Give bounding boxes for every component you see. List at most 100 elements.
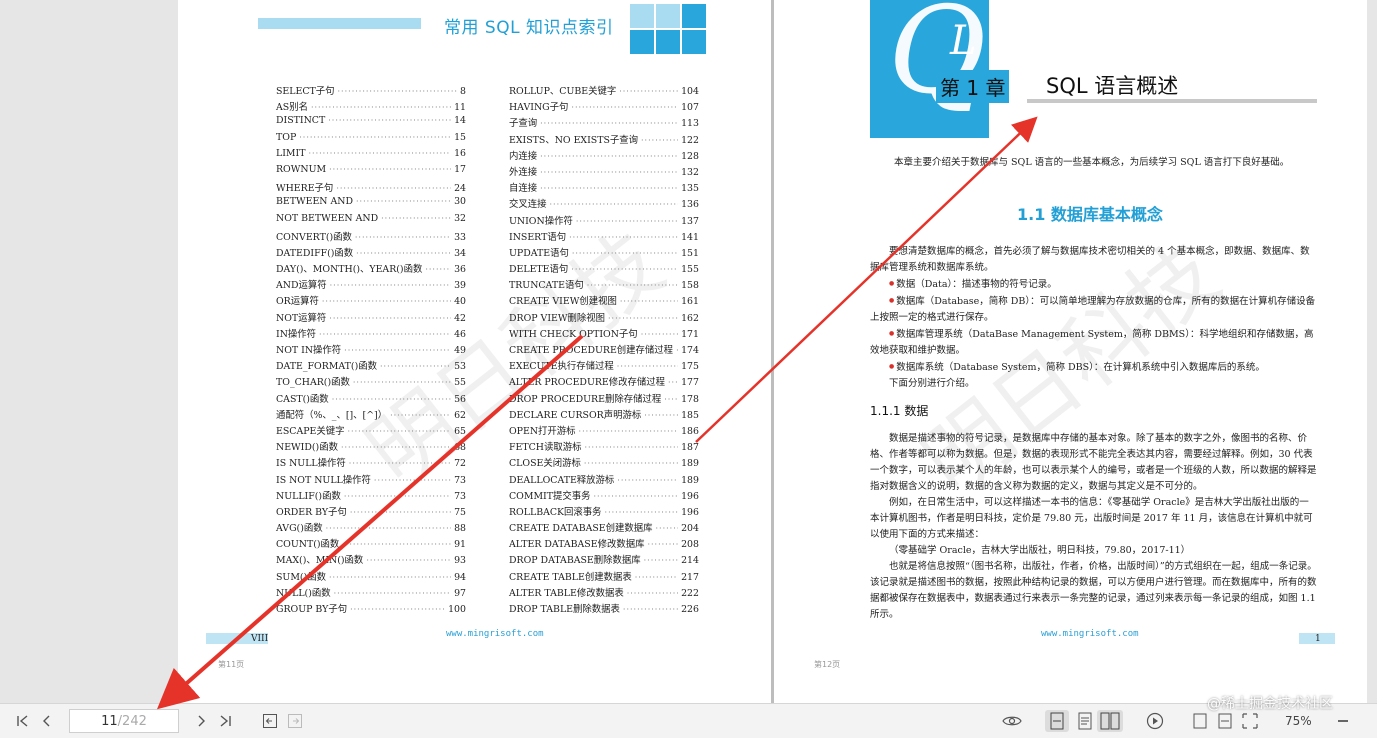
single-page-icon[interactable]: [1045, 710, 1069, 732]
toc-entry[interactable]: 通配符（%、_、[]、[^]） 62: [276, 407, 466, 423]
toc-entry[interactable]: WHERE子句 24: [276, 180, 466, 196]
toc-entry[interactable]: CREATE DATABASE创建数据库 204: [509, 520, 699, 536]
toc-entry[interactable]: CONVERT()函数 33: [276, 229, 466, 245]
toc-entry[interactable]: NULLIF()函数 73: [276, 488, 466, 504]
toc-entry[interactable]: SUM()函数 94: [276, 569, 466, 585]
toc-entry[interactable]: CAST()函数 56: [276, 391, 466, 407]
toc-entry[interactable]: ORDER BY子句 75: [276, 504, 466, 520]
toc-entry[interactable]: GROUP BY子句 100: [276, 601, 466, 617]
toc-entry[interactable]: DATE_FORMAT()函数 53: [276, 358, 466, 374]
toc-entry-page: 204: [681, 523, 699, 535]
toc-entry[interactable]: AS别名 11: [276, 99, 466, 115]
toc-entry[interactable]: NULL()函数 97: [276, 585, 466, 601]
toc-entry[interactable]: EXISTS、NO EXISTS子查询 122: [509, 132, 699, 148]
document-viewer[interactable]: 常用 SQL 知识点索引 明日科技 SELECT子句8AS别名11DISTINC…: [0, 0, 1377, 703]
toc-entry[interactable]: ESCAPE关键字 65: [276, 423, 466, 439]
toc-entry[interactable]: ROWNUM 17: [276, 164, 466, 180]
toc-entry[interactable]: OR运算符 40: [276, 293, 466, 309]
zoom-level[interactable]: 75%: [1285, 714, 1312, 728]
toc-entry[interactable]: DELETE语句 155: [509, 261, 699, 277]
toc-entry[interactable]: COMMIT提交事务 196: [509, 488, 699, 504]
toc-entry-title: EXISTS、NO EXISTS子查询: [509, 134, 639, 146]
toc-entry[interactable]: DROP VIEW删除视图 162: [509, 310, 699, 326]
fit-page-icon[interactable]: [1190, 710, 1210, 732]
toc-entry[interactable]: DAY()、MONTH()、YEAR()函数 36: [276, 261, 466, 277]
toc-entry[interactable]: CREATE PROCEDURE创建存储过程 174: [509, 342, 699, 358]
toc-entry[interactable]: CREATE VIEW创建视图 161: [509, 293, 699, 309]
toc-entry[interactable]: NEWID()函数 68: [276, 439, 466, 455]
two-page-icon[interactable]: [1097, 710, 1123, 732]
toc-entry-page: 214: [681, 555, 699, 567]
toc-entry-title: IS NOT NULL操作符: [276, 474, 371, 486]
toc-entry[interactable]: OPEN打开游标 186: [509, 423, 699, 439]
toc-entry-page: 46: [454, 328, 466, 340]
eye-icon[interactable]: [1002, 710, 1022, 732]
toc-entry[interactable]: AVG()函数 88: [276, 520, 466, 536]
crop-icon[interactable]: [1240, 710, 1260, 732]
forward-icon[interactable]: [285, 710, 305, 732]
toc-entry[interactable]: MAX()、MIN()函数 93: [276, 552, 466, 568]
toc-entry[interactable]: LIMIT 16: [276, 148, 466, 164]
toc-entry[interactable]: TRUNCATE语句 158: [509, 277, 699, 293]
toc-entry[interactable]: COUNT()函数 91: [276, 536, 466, 552]
toc-entry-title: DAY()、MONTH()、YEAR()函数: [276, 264, 423, 276]
toc-entry[interactable]: TO_CHAR()函数 55: [276, 374, 466, 390]
toc-entry[interactable]: CREATE TABLE创建数据表 217: [509, 569, 699, 585]
toc-entry[interactable]: ALTER DATABASE修改数据库 208: [509, 536, 699, 552]
toc-entry-page: 75: [454, 506, 466, 518]
last-page-icon[interactable]: [215, 710, 235, 732]
toc-entry[interactable]: CLOSE关闭游标 189: [509, 455, 699, 471]
toc-entry[interactable]: SELECT子句 8: [276, 83, 466, 99]
toc-entry[interactable]: DROP DATABASE删除数据库 214: [509, 552, 699, 568]
prev-page-icon[interactable]: [37, 710, 57, 732]
toc-leader: [635, 573, 678, 582]
brand-watermark: @稀土掘金技术社区: [1207, 696, 1333, 712]
toc-entry[interactable]: IS NULL操作符 72: [276, 455, 466, 471]
toc-entry[interactable]: UNION操作符 137: [509, 213, 699, 229]
toc-entry[interactable]: UPDATE语句 151: [509, 245, 699, 261]
toc-entry-page: 65: [454, 425, 466, 437]
toc-entry[interactable]: ROLLUP、CUBE关键字 104: [509, 83, 699, 99]
toc-entry[interactable]: WITH CHECK OPTION子句 171: [509, 326, 699, 342]
toc-entry-title: 外连接: [509, 166, 538, 178]
toc-entry[interactable]: ALTER PROCEDURE修改存储过程 177: [509, 374, 699, 390]
chapter-logo: Q L: [870, 0, 989, 138]
next-page-icon[interactable]: [191, 710, 211, 732]
toc-entry-page: 196: [681, 506, 699, 518]
continuous-icon[interactable]: [1075, 710, 1095, 732]
toc-entry[interactable]: NOT BETWEEN AND 32: [276, 213, 466, 229]
toc-entry[interactable]: 交叉连接 136: [509, 196, 699, 212]
toc-entry[interactable]: IS NOT NULL操作符 73: [276, 472, 466, 488]
toc-entry[interactable]: TOP 15: [276, 132, 466, 148]
zoom-out-icon[interactable]: [1333, 710, 1353, 732]
toc-entry[interactable]: NOT运算符 42: [276, 310, 466, 326]
toc-entry[interactable]: DEALLOCATE释放游标 189: [509, 472, 699, 488]
toc-entry[interactable]: BETWEEN AND 30: [276, 196, 466, 212]
play-icon[interactable]: [1145, 710, 1165, 732]
toc-entry[interactable]: DROP PROCEDURE删除存储过程 178: [509, 391, 699, 407]
toc-entry[interactable]: FETCH读取游标 187: [509, 439, 699, 455]
toc-entry[interactable]: 子查询 113: [509, 115, 699, 131]
toc-entry[interactable]: IN操作符 46: [276, 326, 466, 342]
toc-entry[interactable]: DATEDIFF()函数 34: [276, 245, 466, 261]
toc-entry[interactable]: HAVING子句 107: [509, 99, 699, 115]
back-icon[interactable]: [260, 710, 280, 732]
toc-entry[interactable]: AND运算符 39: [276, 277, 466, 293]
first-page-icon[interactable]: [13, 710, 33, 732]
toc-entry-title: ROWNUM: [276, 163, 327, 175]
toc-entry[interactable]: INSERT语句 141: [509, 229, 699, 245]
toc-entry-title: CREATE VIEW创建视图: [509, 296, 617, 308]
toc-entry[interactable]: ROLLBACK回滚事务 196: [509, 504, 699, 520]
page-number-input[interactable]: 11/242: [69, 709, 179, 733]
toc-entry[interactable]: ALTER TABLE修改数据表 222: [509, 585, 699, 601]
toc-entry[interactable]: DECLARE CURSOR声明游标 185: [509, 407, 699, 423]
toc-entry[interactable]: 自连接 135: [509, 180, 699, 196]
toc-entry[interactable]: NOT IN操作符 49: [276, 342, 466, 358]
toc-entry[interactable]: 外连接 132: [509, 164, 699, 180]
fit-width-icon[interactable]: [1215, 710, 1235, 732]
toc-entry[interactable]: EXECUTE执行存储过程 175: [509, 358, 699, 374]
toc-entry[interactable]: 内连接 128: [509, 148, 699, 164]
toc-entry[interactable]: DISTINCT 14: [276, 115, 466, 131]
toc-entry[interactable]: DROP TABLE删除数据表 226: [509, 601, 699, 617]
toc-entry-page: 226: [681, 604, 699, 615]
